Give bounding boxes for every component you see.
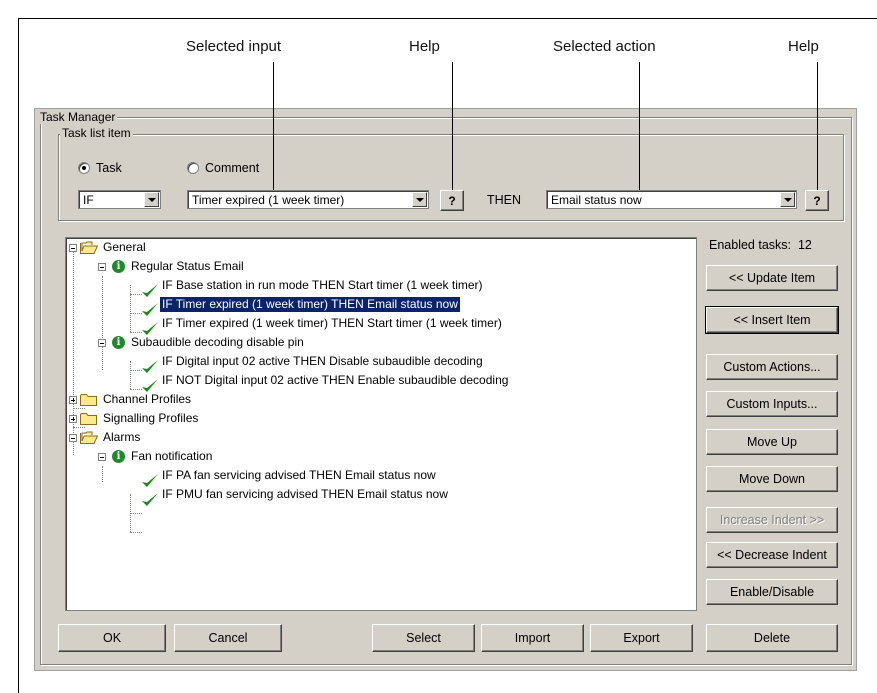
info-icon: i	[112, 450, 125, 463]
task-tree[interactable]: General i Regular Status Email IF Base s…	[65, 237, 697, 611]
tree-node-subaudible[interactable]: Subaudible decoding disable pin	[129, 335, 306, 350]
update-item-button[interactable]: << Update Item	[706, 265, 838, 291]
action-select[interactable]: Email status now	[546, 190, 797, 209]
condition-select[interactable]: IF	[78, 190, 161, 209]
input-select-value: Timer expired (1 week timer)	[192, 193, 345, 207]
radio-comment-indicator[interactable]	[187, 162, 199, 174]
tree-node-alarms[interactable]: Alarms	[101, 430, 142, 445]
leader-help-2	[817, 62, 818, 190]
tree-node-signalling-profiles[interactable]: Signalling Profiles	[101, 411, 200, 426]
checkmark-icon	[142, 474, 158, 487]
collapse-toggle[interactable]	[69, 434, 77, 442]
checkmark-icon	[142, 284, 158, 297]
tree-task-selected[interactable]: IF Timer expired (1 week timer) THEN Ema…	[159, 296, 461, 313]
condition-select-value: IF	[83, 193, 94, 207]
enable-disable-button[interactable]: Enable/Disable	[706, 579, 838, 605]
radio-comment[interactable]: Comment	[187, 161, 259, 175]
folder-open-icon	[80, 241, 98, 254]
tree-task[interactable]: IF PMU fan servicing advised THEN Email …	[160, 487, 450, 502]
tree-task[interactable]: IF Base station in run mode THEN Start t…	[160, 278, 485, 293]
tree-task[interactable]: IF Digital input 02 active THEN Disable …	[160, 354, 485, 369]
expand-toggle[interactable]	[69, 396, 77, 404]
action-help-button[interactable]: ?	[805, 190, 829, 211]
action-select-value: Email status now	[551, 193, 642, 207]
leader-selected-input	[273, 62, 274, 190]
import-button[interactable]: Import	[481, 624, 584, 652]
decrease-indent-button[interactable]: << Decrease Indent	[706, 542, 838, 568]
move-down-button[interactable]: Move Down	[706, 466, 838, 492]
tree-node-general[interactable]: General	[101, 240, 148, 255]
insert-item-button[interactable]: << Insert Item	[705, 306, 839, 334]
radio-task-label: Task	[96, 161, 122, 175]
info-icon: i	[112, 260, 125, 273]
custom-actions-button[interactable]: Custom Actions...	[706, 354, 838, 380]
figure-frame-left	[18, 18, 19, 693]
enabled-tasks-label: Enabled tasks: 12	[709, 238, 812, 252]
radio-task-indicator[interactable]	[78, 162, 90, 174]
tree-task[interactable]: IF PA fan servicing advised THEN Email s…	[160, 468, 438, 483]
chevron-down-icon[interactable]	[144, 192, 159, 207]
figure-frame-top	[18, 18, 877, 19]
folder-open-icon	[80, 431, 98, 444]
folder-icon	[80, 413, 97, 425]
input-help-button[interactable]: ?	[440, 190, 464, 211]
tree-task[interactable]: IF NOT Digital input 02 active THEN Enab…	[160, 373, 510, 388]
callout-selected-action: Selected action	[553, 38, 656, 55]
leader-help-1	[452, 62, 453, 190]
checkmark-icon	[142, 360, 158, 373]
tree-node-fan-notification[interactable]: Fan notification	[129, 449, 214, 464]
checkmark-icon	[142, 493, 158, 506]
move-up-button[interactable]: Move Up	[706, 429, 838, 455]
collapse-toggle[interactable]	[98, 453, 106, 461]
delete-button[interactable]: Delete	[706, 624, 838, 652]
chevron-down-icon[interactable]	[412, 192, 427, 207]
export-button[interactable]: Export	[590, 624, 693, 652]
expand-toggle[interactable]	[69, 415, 77, 423]
radio-comment-label: Comment	[205, 161, 260, 175]
task-list-item-title: Task list item	[60, 126, 133, 140]
enabled-tasks-count: 12	[797, 238, 812, 252]
tree-node-regular-status-email[interactable]: Regular Status Email	[129, 259, 246, 274]
input-select[interactable]: Timer expired (1 week timer)	[187, 190, 429, 209]
custom-inputs-button[interactable]: Custom Inputs...	[706, 391, 838, 417]
info-icon: i	[112, 336, 125, 349]
tree-node-channel-profiles[interactable]: Channel Profiles	[101, 392, 193, 407]
radio-task[interactable]: Task	[78, 161, 122, 175]
cancel-button[interactable]: Cancel	[174, 624, 282, 652]
collapse-toggle[interactable]	[69, 244, 77, 252]
chevron-down-icon[interactable]	[780, 192, 795, 207]
folder-icon	[80, 394, 97, 406]
ok-button[interactable]: OK	[58, 624, 166, 652]
callout-selected-input: Selected input	[186, 38, 282, 55]
task-manager-title: Task Manager	[38, 110, 118, 124]
checkmark-icon	[142, 303, 158, 316]
tree-task[interactable]: IF Timer expired (1 week timer) THEN Sta…	[160, 316, 504, 331]
callout-help-2: Help	[788, 38, 819, 55]
select-button[interactable]: Select	[372, 624, 475, 652]
then-label: THEN	[487, 193, 522, 207]
task-manager-dialog: Task Manager Task list item Task Comment…	[34, 108, 857, 671]
increase-indent-button[interactable]: Increase Indent >>	[706, 507, 838, 533]
leader-selected-action	[639, 62, 640, 190]
collapse-toggle[interactable]	[98, 263, 106, 271]
callout-help-1: Help	[409, 38, 440, 55]
collapse-toggle[interactable]	[98, 339, 106, 347]
